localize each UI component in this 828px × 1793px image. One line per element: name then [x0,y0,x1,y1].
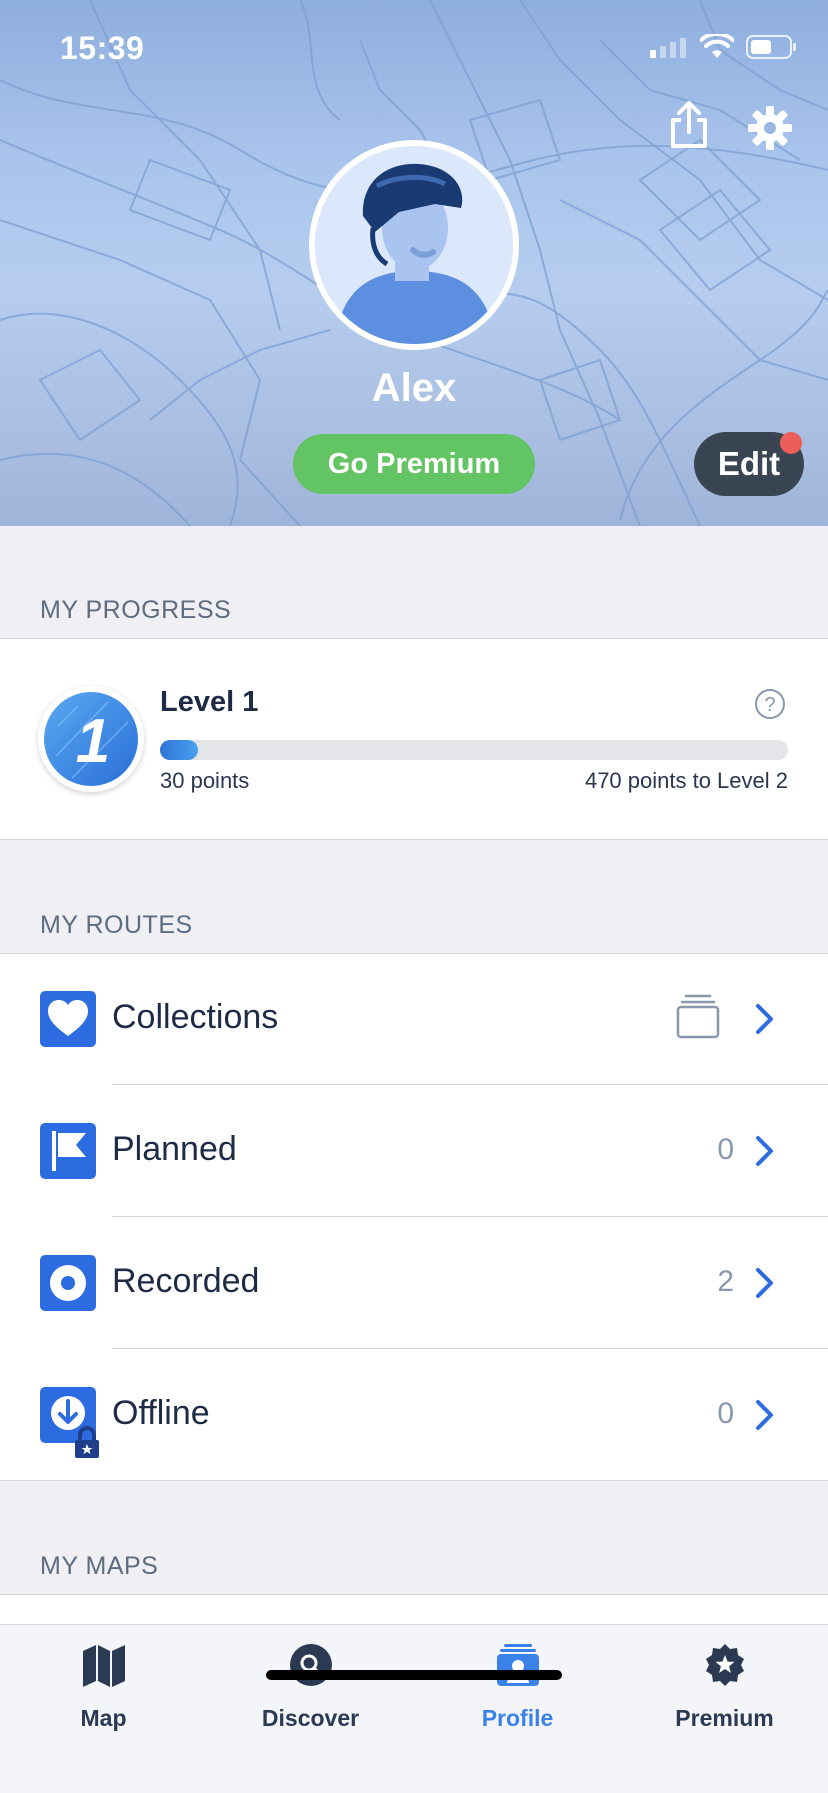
help-icon[interactable]: ? [754,688,786,720]
help-symbol: ? [764,694,775,716]
home-indicator [266,1670,562,1680]
wifi-icon [700,34,734,58]
status-time: 15:39 [60,30,145,66]
record-icon [40,1255,96,1311]
level-badge: 1 [38,686,144,792]
cyclist-avatar-icon [315,146,513,344]
level-badge-icon: 1 [44,692,138,786]
route-label: Collections [112,998,279,1036]
map-icon [83,1645,125,1687]
route-count: 0 [717,1133,734,1166]
profile-name: Alex [371,366,457,410]
profile-header: 15:39 Alex Go Premium Edit [0,0,828,526]
chevron-right-icon [756,1004,773,1034]
tab-bar: Map Discover Profile Premium [0,1624,828,1793]
notification-dot [780,432,802,454]
route-label: Planned [112,1130,237,1168]
gear-icon[interactable] [748,106,792,150]
current-points: 30 points [160,768,250,793]
flag-icon [40,1123,96,1179]
route-row-collections[interactable]: Collections [0,953,828,1084]
chevron-right-icon [756,1136,773,1166]
heart-icon [40,991,96,1047]
points-to-next-level: 470 points to Level 2 [584,768,788,793]
progress-section-title: MY PROGRESS [40,596,232,624]
chevron-right-icon [756,1400,773,1430]
tab-premium[interactable]: Premium [621,1625,828,1745]
tab-label: Discover [261,1705,360,1731]
level-progress-fill [160,740,198,760]
search-icon [290,1644,332,1686]
level-title: Level 1 [160,686,259,718]
status-icons [648,34,798,60]
tab-profile[interactable]: Profile [414,1625,621,1745]
profile-icon [497,1644,539,1686]
maps-section-title: MY MAPS [40,1552,159,1580]
route-label: Recorded [112,1262,260,1300]
route-label: Offline [112,1394,210,1432]
tab-label: Profile [481,1705,554,1731]
tab-label: Map [80,1705,127,1731]
stack-icon [676,994,720,1039]
level-progress-bar [160,740,788,760]
routes-section-title: MY ROUTES [40,911,193,939]
battery-icon [746,35,796,59]
chevron-right-icon [756,1268,773,1298]
maps-card [0,1594,828,1625]
avatar[interactable] [309,140,519,350]
tab-label: Premium [675,1705,774,1731]
tab-discover[interactable]: Discover [207,1625,414,1745]
route-row-recorded[interactable]: Recorded 2 [0,1217,828,1348]
share-icon[interactable] [668,100,710,150]
route-count: 0 [717,1397,734,1430]
route-row-offline[interactable]: Offline 0 [0,1349,828,1480]
level-number: 1 [76,707,110,776]
star-badge-icon [706,1644,744,1686]
signal-icon [650,38,686,58]
route-count: 2 [717,1265,734,1298]
tab-map[interactable]: Map [0,1625,207,1745]
go-premium-button[interactable]: Go Premium [293,434,535,494]
download-lock-icon [40,1387,99,1458]
route-row-planned[interactable]: Planned 0 [0,1085,828,1216]
